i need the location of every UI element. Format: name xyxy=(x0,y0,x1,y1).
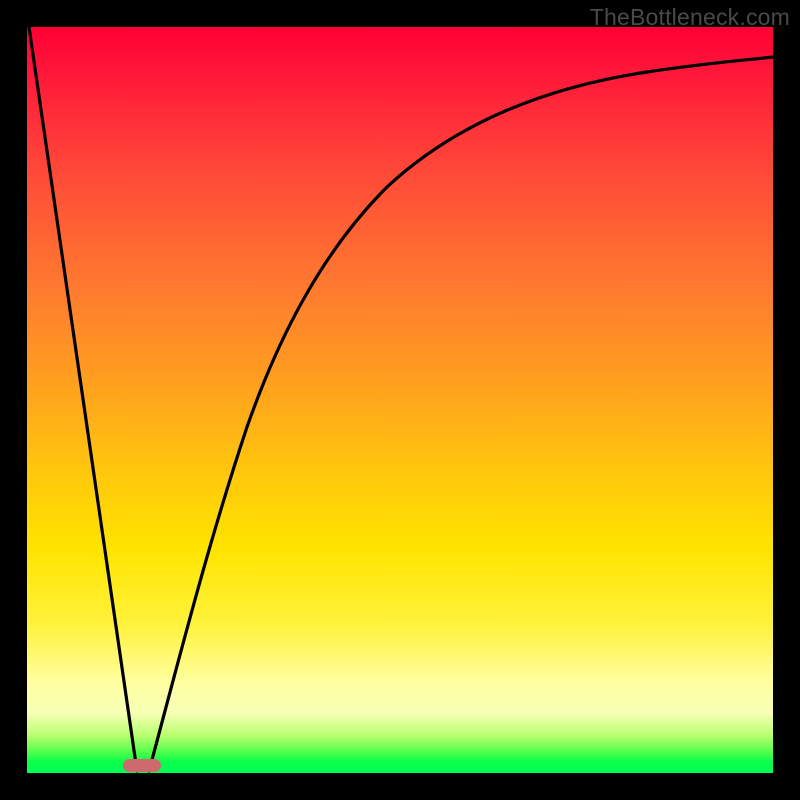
right-branch-curve xyxy=(149,57,773,771)
watermark-text: TheBottleneck.com xyxy=(590,4,790,31)
left-branch-curve xyxy=(29,27,137,771)
plot-area xyxy=(27,27,773,773)
chart-frame: TheBottleneck.com xyxy=(0,0,800,800)
curve-layer xyxy=(27,27,773,773)
bottleneck-marker xyxy=(123,759,161,772)
